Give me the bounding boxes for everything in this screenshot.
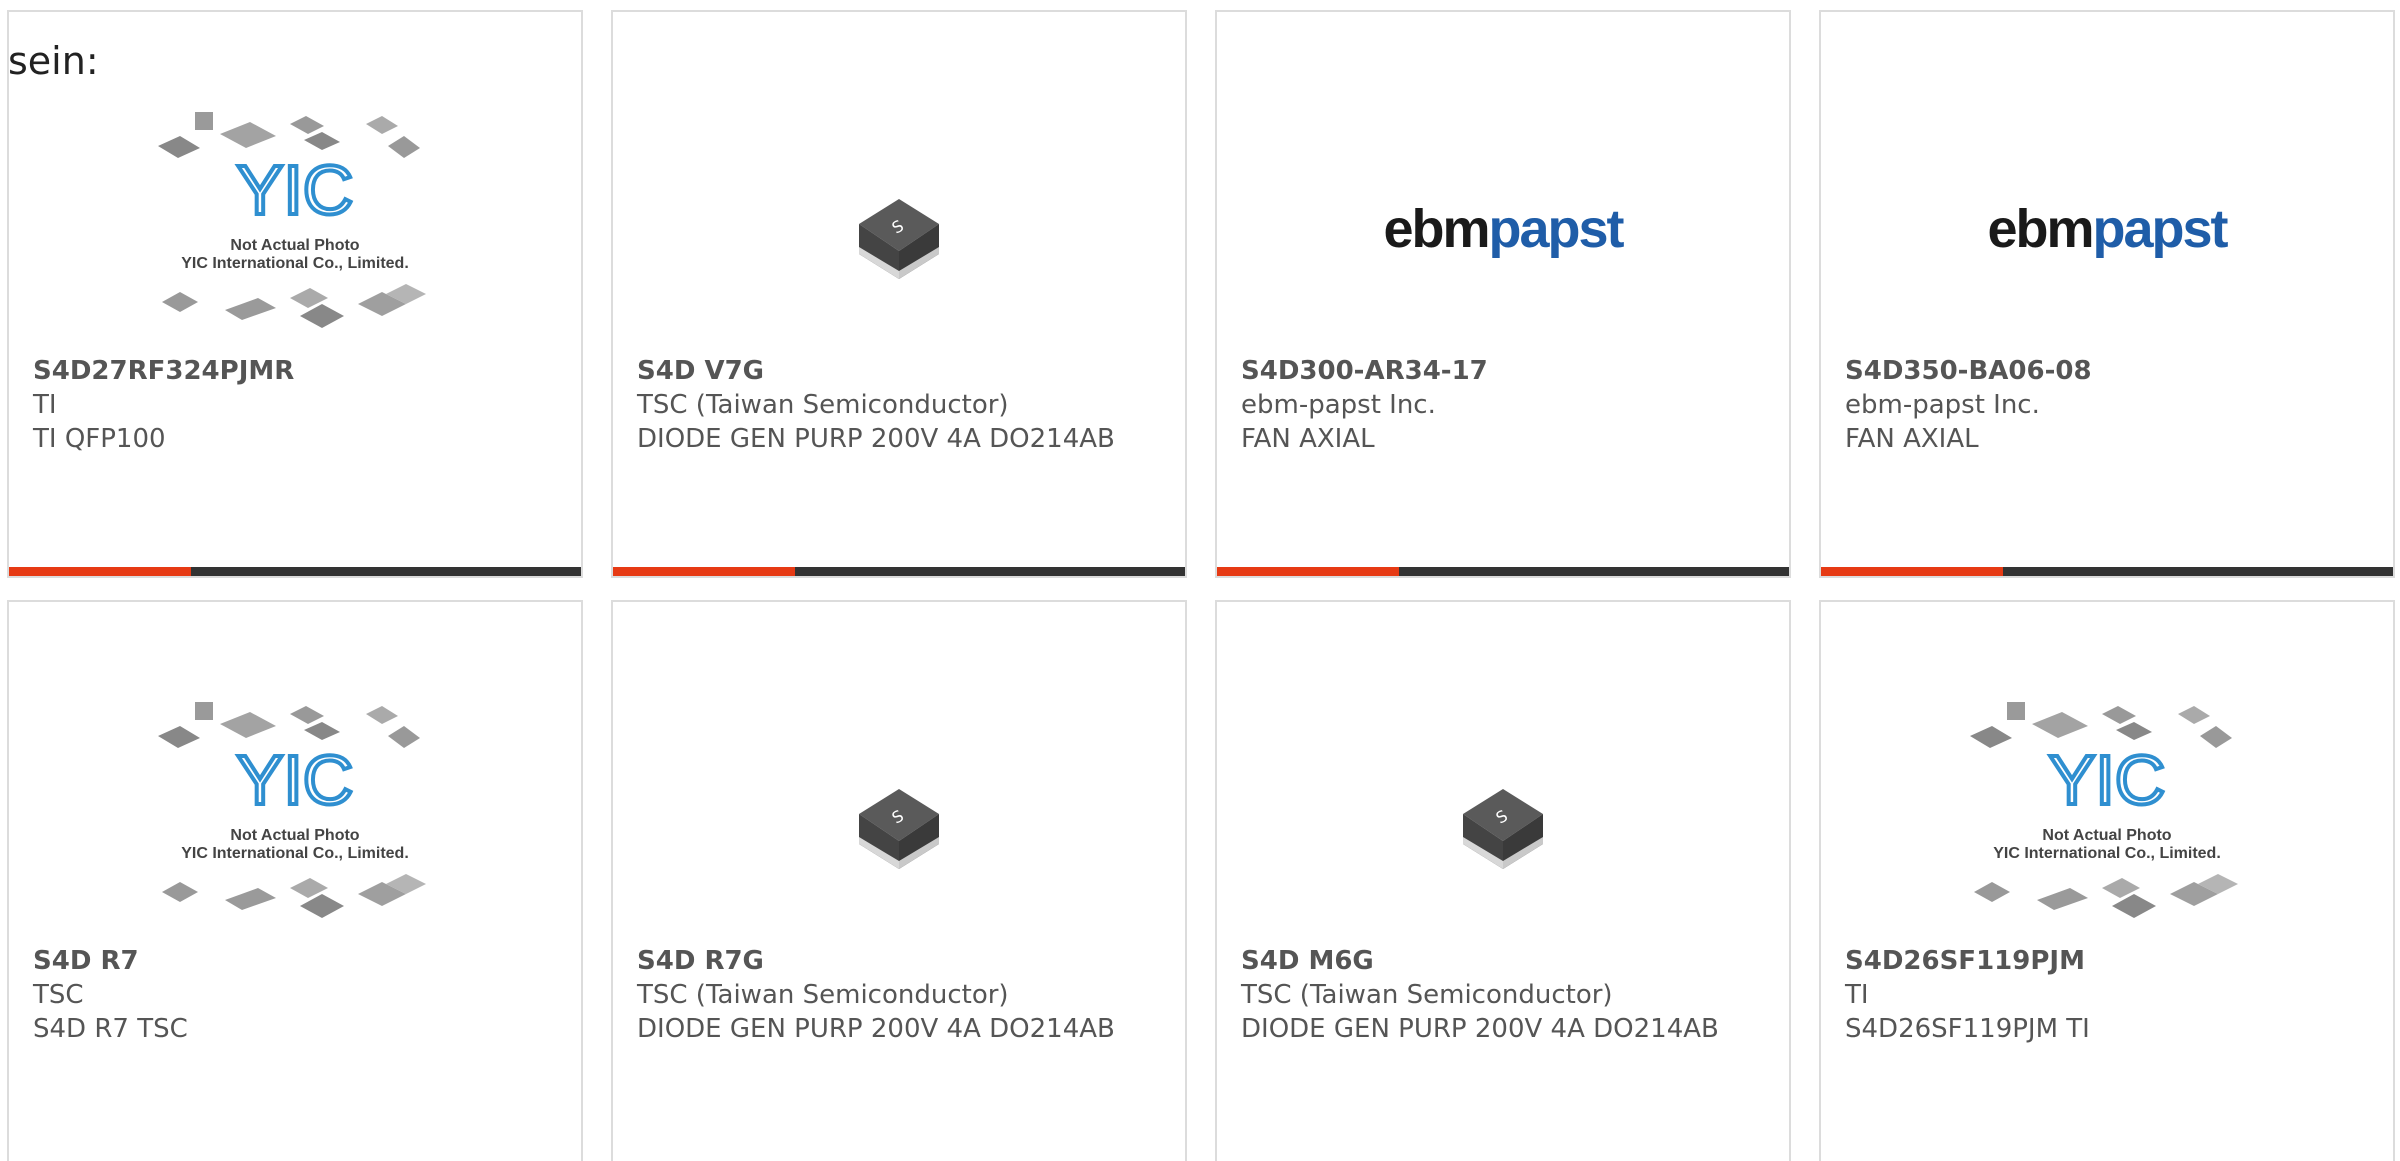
image-caption-2: YIC International Co., Limited. bbox=[1993, 845, 2221, 862]
description: DIODE GEN PURP 200V 4A DO214AB bbox=[637, 424, 1115, 454]
yic-placeholder-icon: YIC Not Actual Photo YIC International C… bbox=[1970, 702, 2238, 918]
diode-package-icon: S bbox=[859, 199, 939, 279]
card-accent-bar bbox=[1821, 567, 2003, 576]
product-info: S4D27RF324PJMR TI TI QFP100 bbox=[33, 354, 561, 456]
product-image[interactable]: S bbox=[1217, 694, 1789, 944]
manufacturer: ebm-papst Inc. bbox=[1845, 390, 2040, 420]
product-image[interactable]: S bbox=[613, 694, 1185, 944]
product-card[interactable]: YIC Not Actual Photo YIC International C… bbox=[7, 600, 583, 1161]
logo-part-ebm: ebm bbox=[1987, 199, 2094, 259]
svg-text:YIC: YIC bbox=[237, 741, 354, 819]
product-card[interactable]: YIC Not Actual Photo YIC International C… bbox=[7, 10, 583, 578]
product-image[interactable]: ebmpapst bbox=[1821, 104, 2393, 354]
manufacturer: TSC (Taiwan Semiconductor) bbox=[1241, 980, 1613, 1010]
yic-placeholder-icon: YIC Not Actual Photo YIC International C… bbox=[158, 702, 426, 918]
logo-part-ebm: ebm bbox=[1383, 199, 1490, 259]
part-number-link[interactable]: S4D V7G bbox=[637, 354, 1165, 388]
product-image[interactable]: YIC Not Actual Photo YIC International C… bbox=[9, 104, 581, 354]
svg-text:YIC: YIC bbox=[2049, 741, 2166, 819]
product-info: S4D300-AR34-17 ebm-papst Inc. FAN AXIAL bbox=[1241, 354, 1769, 456]
diode-package-icon: S bbox=[1463, 789, 1543, 869]
product-info: S4D V7G TSC (Taiwan Semiconductor) DIODE… bbox=[637, 354, 1165, 456]
product-info: S4D350-BA06-08 ebm-papst Inc. FAN AXIAL bbox=[1845, 354, 2373, 456]
description: DIODE GEN PURP 200V 4A DO214AB bbox=[1241, 1014, 1719, 1044]
description: FAN AXIAL bbox=[1241, 424, 1375, 454]
product-card[interactable]: YIC Not Actual Photo YIC International C… bbox=[1819, 600, 2395, 1161]
product-card[interactable]: ebmpapst S4D350-BA06-08 ebm-papst Inc. F… bbox=[1819, 10, 2395, 578]
product-card[interactable]: S S4D V7G TSC (Taiwan Semiconductor) DIO… bbox=[611, 10, 1187, 578]
product-info: S4D R7 TSC S4D R7 TSC bbox=[33, 944, 561, 1046]
image-caption-1: Not Actual Photo bbox=[2042, 827, 2171, 844]
product-info: S4D M6G TSC (Taiwan Semiconductor) DIODE… bbox=[1241, 944, 1769, 1046]
image-caption-1: Not Actual Photo bbox=[230, 827, 359, 844]
product-card[interactable]: ebmpapst S4D300-AR34-17 ebm-papst Inc. F… bbox=[1215, 10, 1791, 578]
description: DIODE GEN PURP 200V 4A DO214AB bbox=[637, 1014, 1115, 1044]
product-image[interactable]: YIC Not Actual Photo YIC International C… bbox=[1821, 694, 2393, 944]
card-accent-bar bbox=[1217, 567, 1399, 576]
product-image[interactable]: YIC Not Actual Photo YIC International C… bbox=[9, 694, 581, 944]
part-number-link[interactable]: S4D27RF324PJMR bbox=[33, 354, 561, 388]
svg-text:YIC: YIC bbox=[237, 151, 354, 229]
image-caption-2: YIC International Co., Limited. bbox=[181, 255, 409, 272]
product-info: S4D R7G TSC (Taiwan Semiconductor) DIODE… bbox=[637, 944, 1165, 1046]
intro-text: sein: bbox=[8, 39, 99, 83]
part-number-link[interactable]: S4D350-BA06-08 bbox=[1845, 354, 2373, 388]
product-image[interactable]: S bbox=[613, 104, 1185, 354]
ebmpapst-logo-icon: ebmpapst bbox=[1383, 198, 1625, 260]
yic-placeholder-icon: YIC Not Actual Photo YIC International C… bbox=[158, 112, 426, 328]
manufacturer: ebm-papst Inc. bbox=[1241, 390, 1436, 420]
card-accent-bar bbox=[9, 567, 191, 576]
part-number-link[interactable]: S4D R7 bbox=[33, 944, 561, 978]
part-number-link[interactable]: S4D M6G bbox=[1241, 944, 1769, 978]
product-info: S4D26SF119PJM TI S4D26SF119PJM TI bbox=[1845, 944, 2373, 1046]
logo-part-papst: papst bbox=[1488, 199, 1625, 259]
part-number-link[interactable]: S4D26SF119PJM bbox=[1845, 944, 2373, 978]
manufacturer: TSC bbox=[33, 980, 84, 1010]
image-caption-2: YIC International Co., Limited. bbox=[181, 845, 409, 862]
product-card[interactable]: S S4D R7G TSC (Taiwan Semiconductor) DIO… bbox=[611, 600, 1187, 1161]
manufacturer: TSC (Taiwan Semiconductor) bbox=[637, 390, 1009, 420]
part-number-link[interactable]: S4D300-AR34-17 bbox=[1241, 354, 1769, 388]
manufacturer: TI bbox=[33, 390, 57, 420]
description: FAN AXIAL bbox=[1845, 424, 1979, 454]
ebmpapst-logo-icon: ebmpapst bbox=[1987, 198, 2229, 260]
diode-package-icon: S bbox=[859, 789, 939, 869]
card-accent-bar bbox=[613, 567, 795, 576]
logo-part-papst: papst bbox=[2092, 199, 2229, 259]
product-card[interactable]: S S4D M6G TSC (Taiwan Semiconductor) DIO… bbox=[1215, 600, 1791, 1161]
description: TI QFP100 bbox=[33, 424, 166, 454]
description: S4D R7 TSC bbox=[33, 1014, 188, 1044]
manufacturer: TI bbox=[1845, 980, 1869, 1010]
image-caption-1: Not Actual Photo bbox=[230, 237, 359, 254]
manufacturer: TSC (Taiwan Semiconductor) bbox=[637, 980, 1009, 1010]
product-image[interactable]: ebmpapst bbox=[1217, 104, 1789, 354]
product-grid-page: sein: YIC Not Actual Photo YIC Internati… bbox=[0, 0, 2400, 1161]
part-number-link[interactable]: S4D R7G bbox=[637, 944, 1165, 978]
description: S4D26SF119PJM TI bbox=[1845, 1014, 2090, 1044]
